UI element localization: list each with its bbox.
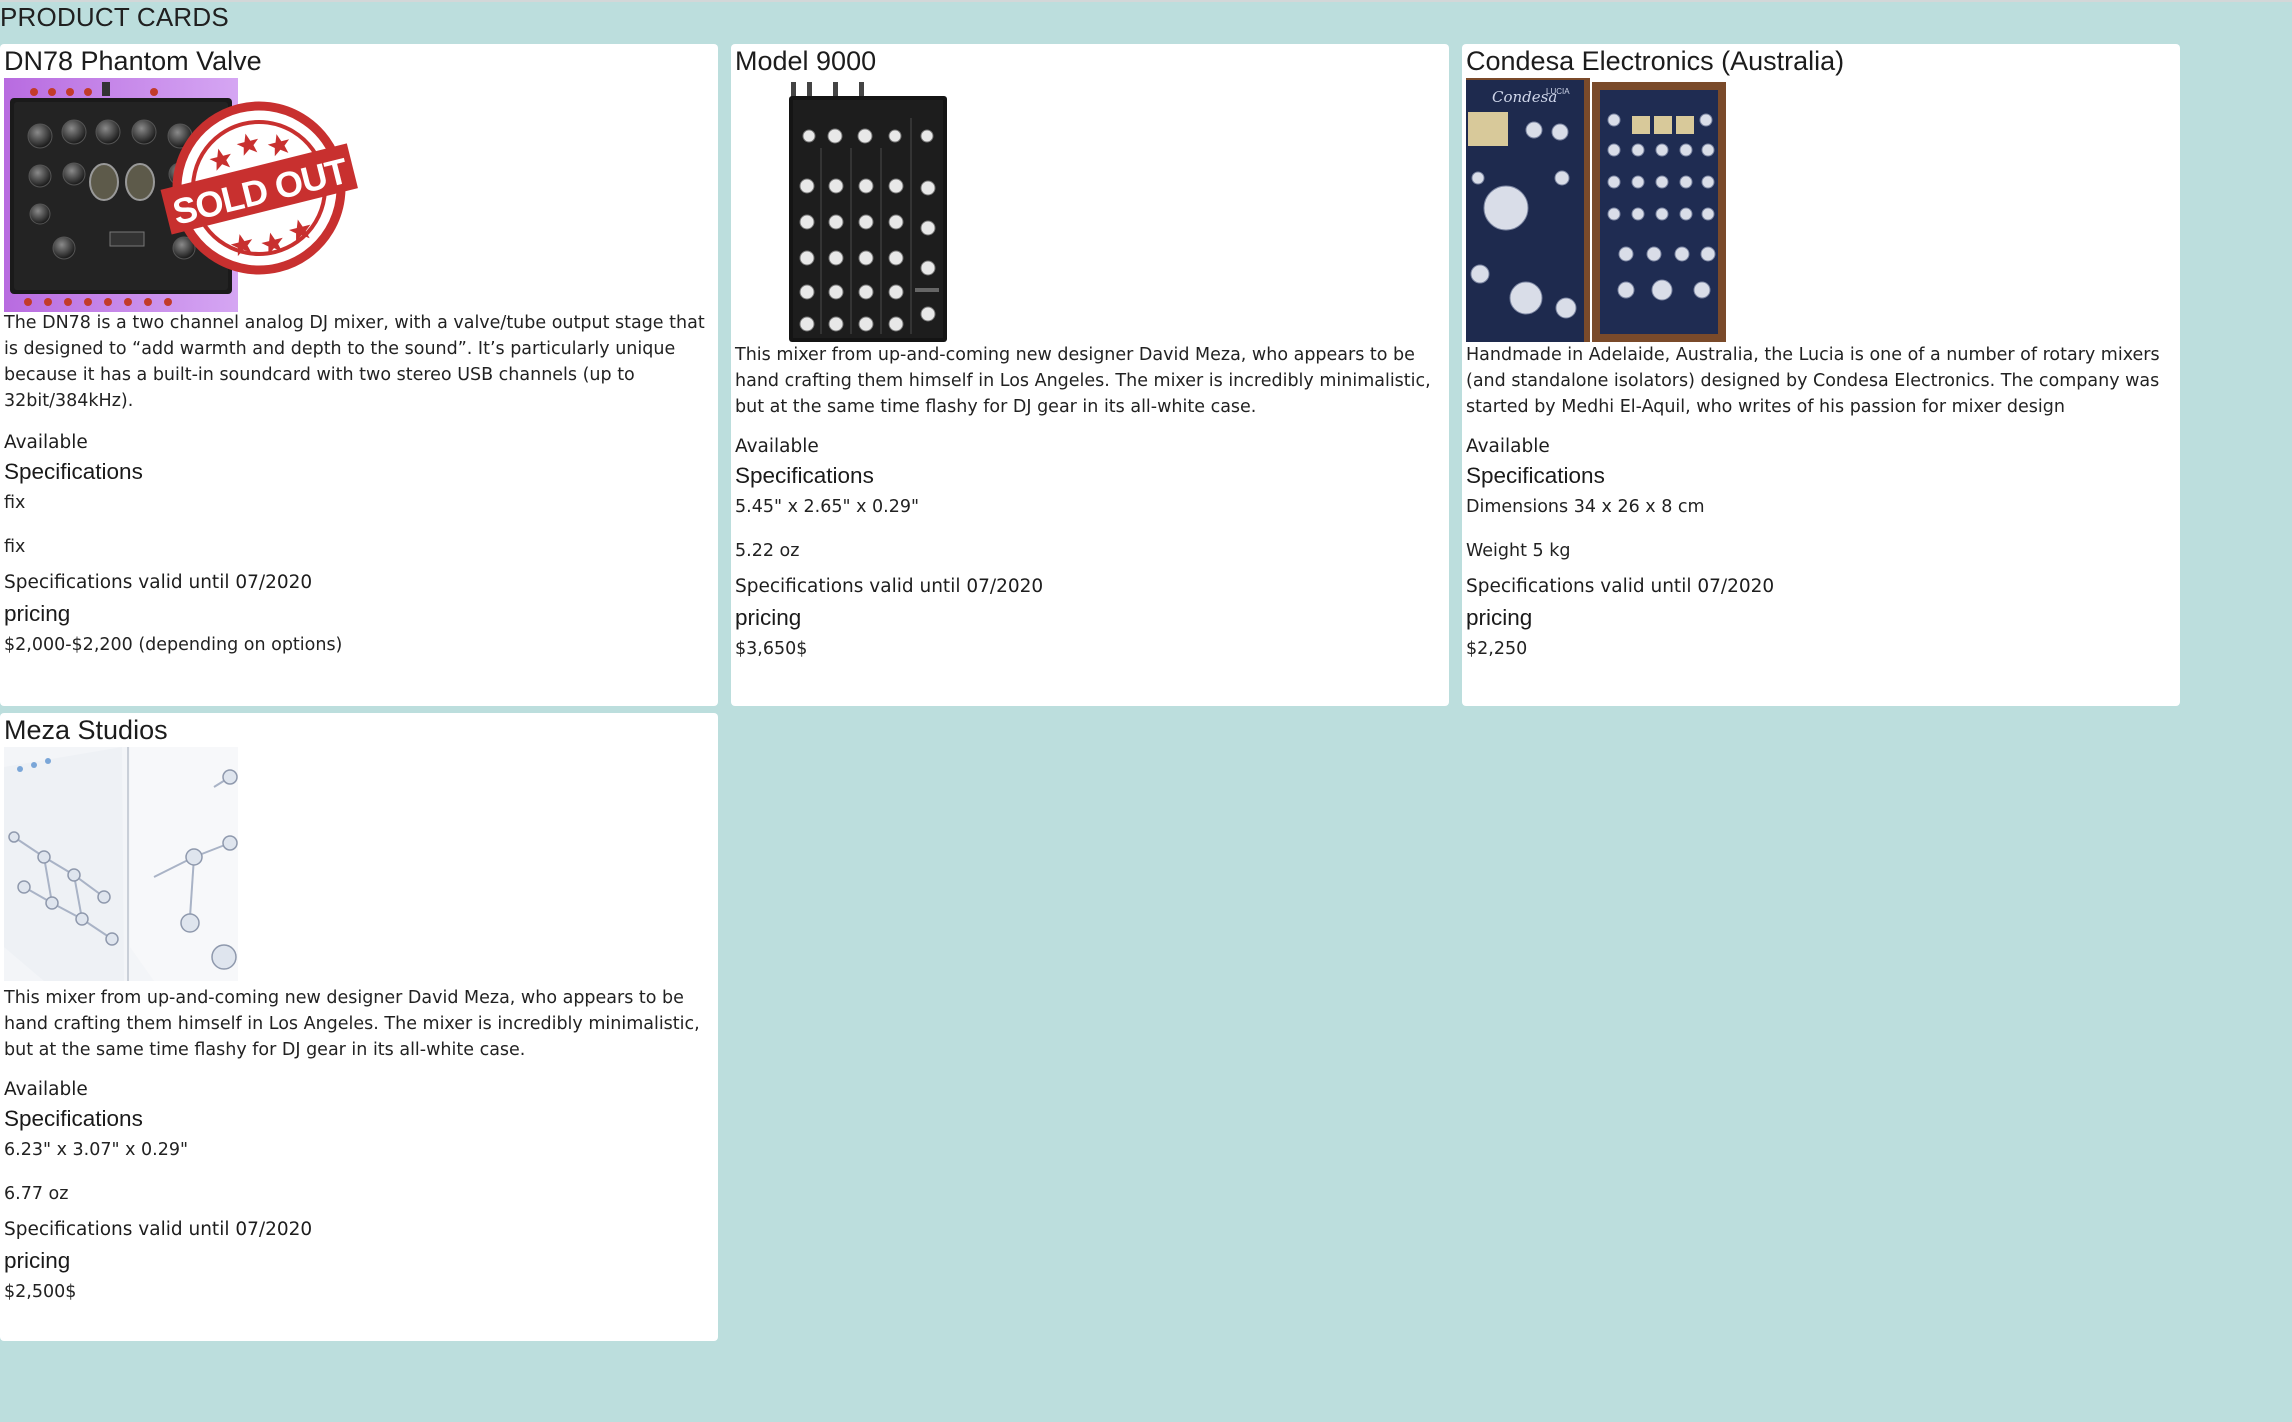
spec-item: 5.45" x 2.65" x 0.29"	[735, 497, 920, 517]
product-title: Meza Studios	[4, 715, 168, 745]
rotary-mixer-photo-icon	[735, 78, 969, 342]
price-value: $2,000-$2,200 (depending on options)	[4, 635, 343, 655]
product-image: SOLD OUT	[4, 78, 714, 312]
spec-item: 5.22 oz	[735, 541, 800, 561]
lucia-model-label: LUCIA	[1546, 87, 1570, 96]
specs-validity: Specifications valid until 07/2020	[735, 576, 1044, 597]
page-title: PRODUCT CARDS	[0, 2, 229, 32]
product-description: This mixer from up-and-coming new design…	[4, 988, 700, 1060]
product-card-meza-studios: Meza Studios This mixer from up-and-comi…	[0, 713, 718, 1341]
price-value: $2,250	[1466, 639, 1528, 659]
availability-status: Available	[4, 1079, 88, 1100]
condesa-lucia-mixer-photo-icon: Condesa LUCIA	[1466, 78, 1730, 342]
pricing-heading: pricing	[1466, 605, 1533, 630]
pricing-heading: pricing	[735, 605, 802, 630]
specs-validity: Specifications valid until 07/2020	[4, 572, 313, 593]
specifications-heading: Specifications	[1466, 463, 1605, 488]
pricing-heading: pricing	[4, 601, 71, 626]
availability-status: Available	[735, 436, 819, 457]
availability-status: Available	[4, 432, 88, 453]
product-description: Handmade in Adelaide, Australia, the Luc…	[1466, 345, 2160, 417]
white-mixer-photo-icon	[4, 747, 238, 981]
specs-validity: Specifications valid until 07/2020	[1466, 576, 1775, 597]
pricing-heading: pricing	[4, 1248, 71, 1273]
availability-status: Available	[1466, 436, 1550, 457]
spec-item: 6.77 oz	[4, 1184, 69, 1204]
spec-item: fix	[4, 537, 26, 557]
specifications-heading: Specifications	[4, 1106, 143, 1131]
specifications-heading: Specifications	[735, 463, 874, 488]
specifications-heading: Specifications	[4, 459, 143, 484]
product-title: DN78 Phantom Valve	[4, 46, 262, 76]
product-grid: DN78 Phantom Valve SOLD OUT The DN78 is …	[0, 44, 2190, 1341]
product-image	[4, 747, 714, 985]
product-description: The DN78 is a two channel analog DJ mixe…	[4, 313, 705, 411]
product-image: Condesa LUCIA	[1466, 78, 2176, 342]
spec-item: fix	[4, 493, 26, 513]
dj-mixer-photo-icon: SOLD OUT	[4, 78, 358, 312]
product-card-model-9000: Model 9000 This mixer from up-and-coming…	[731, 44, 1449, 706]
product-card-condesa: Condesa Electronics (Australia) Condesa …	[1462, 44, 2180, 706]
specs-validity: Specifications valid until 07/2020	[4, 1219, 313, 1240]
top-divider	[0, 0, 2292, 2]
product-card-dn78: DN78 Phantom Valve SOLD OUT The DN78 is …	[0, 44, 718, 706]
spec-item: Weight 5 kg	[1466, 541, 1571, 561]
spec-item: Dimensions 34 x 26 x 8 cm	[1466, 497, 1705, 517]
product-title: Condesa Electronics (Australia)	[1466, 46, 1845, 76]
product-title: Model 9000	[735, 46, 877, 76]
product-image	[735, 78, 1445, 342]
price-value: $2,500$	[4, 1282, 77, 1302]
product-description: This mixer from up-and-coming new design…	[735, 345, 1431, 417]
spec-item: 6.23" x 3.07" x 0.29"	[4, 1140, 189, 1160]
price-value: $3,650$	[735, 639, 808, 659]
